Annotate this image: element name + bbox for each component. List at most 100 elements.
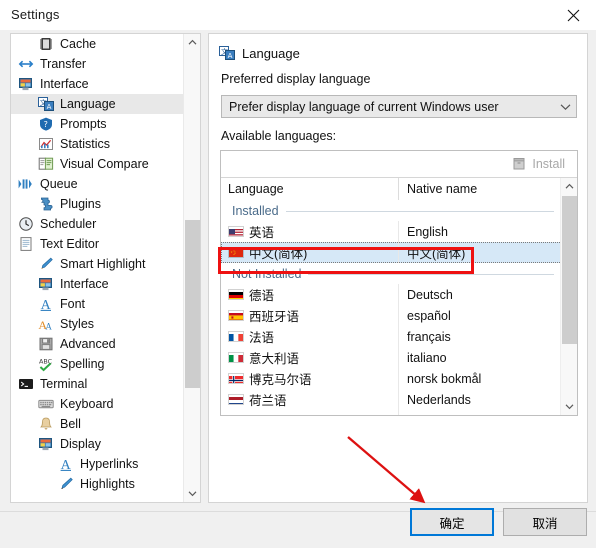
- language-row[interactable]: 葡萄牙语 português: [221, 410, 562, 415]
- languages-scroll-up-button[interactable]: [561, 178, 577, 195]
- sidebar-item-label: Hyperlinks: [80, 457, 139, 471]
- language-native-name: 中文(简体): [407, 247, 466, 261]
- panel-title: Language: [242, 45, 300, 61]
- flag-es-icon: [228, 310, 244, 321]
- language-native-name: español: [407, 308, 451, 323]
- language-row[interactable]: 德语 Deutsch: [221, 284, 562, 305]
- sidebar-item-label: Bell: [60, 417, 81, 431]
- install-icon: [511, 156, 527, 172]
- flag-us-icon: [228, 226, 244, 237]
- sidebar-item-visual-compare[interactable]: Visual Compare: [11, 154, 184, 174]
- sidebar-item-bell[interactable]: Bell: [11, 414, 184, 434]
- languages-toolbar: Install: [221, 151, 577, 178]
- column-header-native-name[interactable]: Native name: [399, 178, 577, 200]
- sidebar-item-highlights[interactable]: Highlights: [11, 474, 184, 494]
- sidebar-item-label: Visual Compare: [60, 157, 149, 171]
- languages-column-headers: Language Native name: [221, 178, 577, 200]
- language-row[interactable]: 法语 français: [221, 326, 562, 347]
- language-row[interactable]: 英语 English: [221, 221, 562, 242]
- sidebar-item-queue[interactable]: Queue: [11, 174, 184, 194]
- languages-list[interactable]: Installed 英语 English 中文(简体) 中文(简体) Not Instal…: [221, 200, 562, 415]
- languages-scrollbar-thumb[interactable]: [562, 196, 577, 344]
- sidebar-item-label: Interface: [60, 277, 109, 291]
- sidebar-item-language[interactable]: 文 A Language: [11, 94, 200, 114]
- sidebar-item-label: Terminal: [40, 377, 88, 391]
- language-name-cell: 葡萄牙语: [221, 410, 399, 415]
- sidebar-item-cache[interactable]: Cache: [11, 34, 184, 54]
- language-group-label: Installed: [232, 203, 279, 218]
- settings-tree-list[interactable]: Cache Transfer Interface 文 A Language? Prompts…: [11, 34, 200, 494]
- interface-icon: [38, 276, 54, 292]
- language-row[interactable]: 博克马尔语 norsk bokmål: [221, 368, 562, 389]
- transfer-icon: [18, 56, 34, 72]
- language-group-header: Not Installed: [221, 263, 562, 284]
- highlights-icon: [58, 476, 74, 492]
- language-name: 意大利语: [249, 352, 300, 366]
- sidebar-item-transfer[interactable]: Transfer: [11, 54, 184, 74]
- sidebar-item-display[interactable]: Display: [11, 434, 184, 454]
- group-divider: [285, 211, 554, 212]
- language-native-name: English: [407, 224, 448, 239]
- sidebar-item-statistics[interactable]: Statistics: [11, 134, 184, 154]
- sidebar-item-styles[interactable]: A A Styles: [11, 314, 184, 334]
- sidebar-item-label: Keyboard: [60, 397, 114, 411]
- keyboard-icon: [38, 396, 54, 412]
- language-name-cell: 德语: [221, 284, 399, 305]
- language-name: 英语: [249, 226, 275, 240]
- available-languages-box: Install Language Native name Installed 英语…: [220, 150, 578, 416]
- languages-scroll-down-button[interactable]: [561, 398, 577, 415]
- sidebar-item-prompts[interactable]: ? Prompts: [11, 114, 184, 134]
- language-row[interactable]: 西班牙语 español: [221, 305, 562, 326]
- bell-icon: [38, 416, 54, 432]
- language-row[interactable]: 意大利语 italiano: [221, 347, 562, 368]
- cancel-button[interactable]: 取消: [503, 508, 587, 536]
- install-button[interactable]: Install: [507, 154, 569, 174]
- preferred-language-select[interactable]: Prefer display language of current Windo…: [221, 95, 577, 118]
- sidebar-item-label: Language: [60, 97, 116, 111]
- sidebar-item-hyperlinks[interactable]: A Hyperlinks: [11, 454, 184, 474]
- chevron-down-icon: [554, 103, 576, 111]
- sidebar-item-spelling[interactable]: ABC Spelling: [11, 354, 184, 374]
- language-name-cell: 荷兰语: [221, 389, 399, 410]
- sidebar-item-text-editor[interactable]: Text Editor: [11, 234, 184, 254]
- sidebar-item-label: Styles: [60, 317, 95, 331]
- tree-scroll-down-button[interactable]: [184, 485, 200, 502]
- language-group-header: Installed: [221, 200, 562, 221]
- sidebar-item-font[interactable]: A Font: [11, 294, 184, 314]
- font-icon: A: [38, 296, 54, 312]
- flag-fr-icon: [228, 331, 244, 342]
- sidebar-item-advanced[interactable]: Advanced: [11, 334, 184, 354]
- sidebar-item-interface[interactable]: Interface: [11, 74, 184, 94]
- tree-scrollbar-thumb[interactable]: [185, 220, 200, 388]
- language-native-name: français: [407, 329, 451, 344]
- language-row[interactable]: 中文(简体) 中文(简体): [221, 242, 562, 263]
- dialog-body: Cache Transfer Interface 文 A Language? Prompts…: [0, 30, 596, 548]
- language-row[interactable]: 荷兰语 Nederlands: [221, 389, 562, 410]
- column-header-language[interactable]: Language: [221, 178, 399, 200]
- language-name: 中文(简体): [249, 247, 308, 261]
- sidebar-item-keyboard[interactable]: Keyboard: [11, 394, 184, 414]
- sidebar-item-interface[interactable]: Interface: [11, 274, 184, 294]
- panel-header: 文 A Language: [219, 45, 300, 61]
- languages-scrollbar[interactable]: [560, 178, 577, 415]
- sidebar-item-terminal[interactable]: Terminal: [11, 374, 184, 394]
- plugins-icon: [38, 196, 54, 212]
- text-editor-icon: [18, 236, 34, 252]
- close-button[interactable]: [551, 0, 596, 30]
- sidebar-item-label: Queue: [40, 177, 78, 191]
- spelling-icon: ABC: [38, 356, 54, 372]
- tree-scrollbar[interactable]: [183, 34, 200, 502]
- language-native-name: norsk bokmål: [407, 371, 482, 386]
- sidebar-item-label: Transfer: [40, 57, 87, 71]
- install-button-label: Install: [532, 157, 565, 171]
- ok-button[interactable]: 确定: [410, 508, 494, 536]
- settings-tree-panel[interactable]: Cache Transfer Interface 文 A Language? Prompts…: [10, 33, 201, 503]
- svg-text:?: ?: [44, 120, 48, 129]
- sidebar-item-scheduler[interactable]: Scheduler: [11, 214, 184, 234]
- svg-text:A: A: [45, 322, 52, 332]
- sidebar-item-smart-highlight[interactable]: Smart Highlight: [11, 254, 184, 274]
- sidebar-item-plugins[interactable]: Plugins: [11, 194, 184, 214]
- smart-highlight-icon: [38, 256, 54, 272]
- preferred-language-value: Prefer display language of current Windo…: [229, 99, 499, 114]
- tree-scroll-up-button[interactable]: [184, 34, 200, 51]
